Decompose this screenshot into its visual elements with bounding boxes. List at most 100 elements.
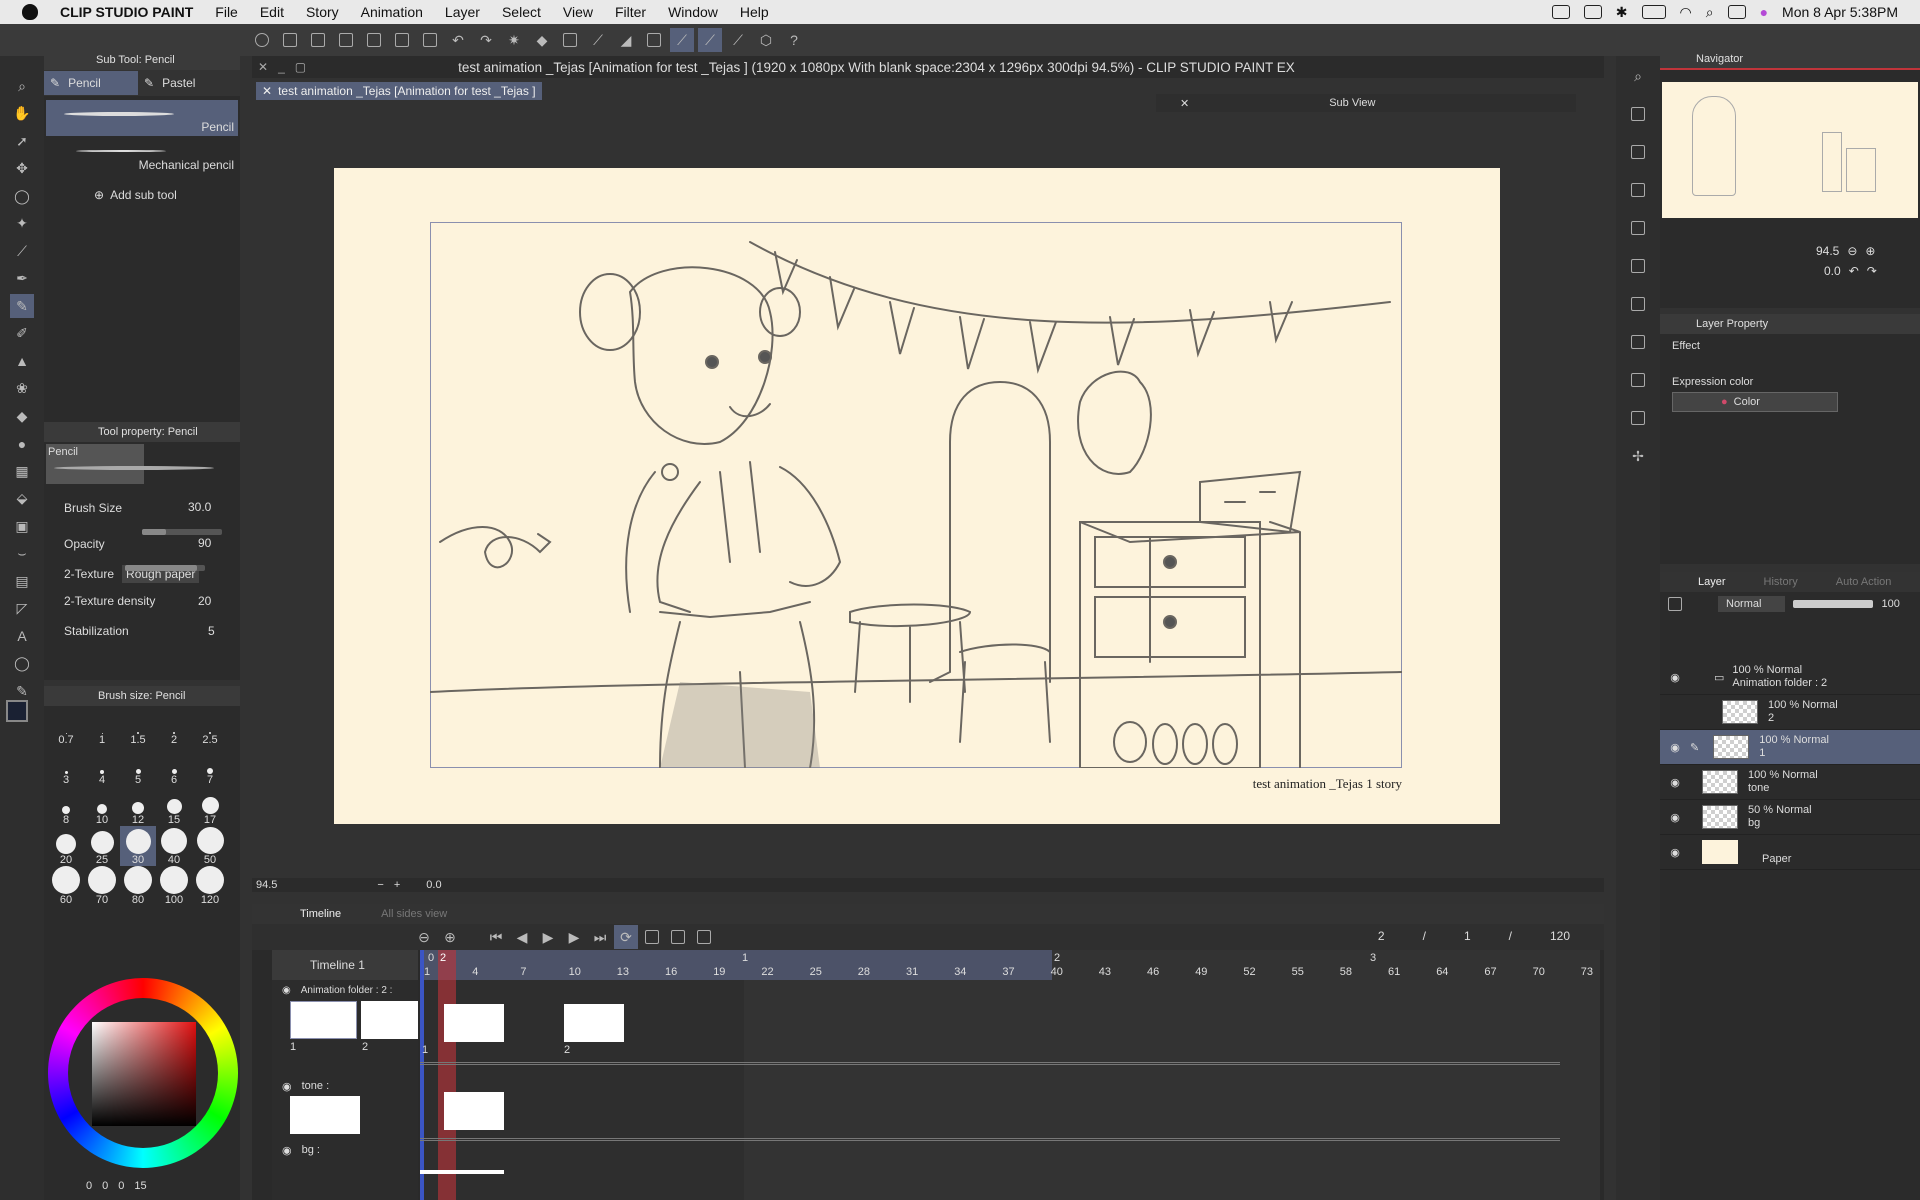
loop-icon[interactable]: ⟳ <box>614 925 638 949</box>
hand-tool-icon[interactable]: ✋ <box>10 102 34 126</box>
zoom-in-icon[interactable]: + <box>394 879 400 891</box>
keyboard-icon[interactable] <box>1583 5 1602 19</box>
panel-icon-9[interactable] <box>1626 406 1650 430</box>
magic-wand-tool-icon[interactable]: ✦ <box>10 212 34 236</box>
minimize-window-icon[interactable]: _ <box>278 60 285 74</box>
save-icon[interactable] <box>334 28 358 52</box>
layer-color-icon[interactable] <box>1668 597 1682 611</box>
menu-select[interactable]: Select <box>502 4 541 20</box>
navigator-zoom-in-icon[interactable]: ⊕ <box>1865 244 1875 258</box>
clip-studio-icon[interactable] <box>250 28 274 52</box>
texture-density-row[interactable]: 2-Texture density 20 <box>64 586 232 616</box>
brush-size-cell[interactable]: 120 <box>192 866 228 906</box>
panel-icon-8[interactable] <box>1626 368 1650 392</box>
timeline-tab[interactable]: Timeline <box>300 908 341 920</box>
gradient-tool-icon[interactable]: ▣ <box>10 514 34 538</box>
frame-tool-icon[interactable]: ▦ <box>10 459 34 483</box>
subtool-tab-pastel[interactable]: ✎ Pastel <box>138 71 232 95</box>
layer-opacity-slider[interactable] <box>1793 600 1874 608</box>
bg-cel[interactable] <box>420 1170 504 1174</box>
expression-color-select[interactable]: ● Color <box>1672 392 1838 412</box>
brush-size-cell[interactable]: 17 <box>192 786 228 826</box>
end-frame[interactable]: 120 <box>1550 929 1570 943</box>
opacity-row[interactable]: Opacity 90 <box>64 526 232 571</box>
brush-size-cell[interactable]: 2 <box>156 706 192 746</box>
panel-icon-1[interactable] <box>1626 102 1650 126</box>
play-icon[interactable]: ▶ <box>536 925 560 949</box>
brush-size-cell[interactable]: 4 <box>84 746 120 786</box>
cel-2[interactable] <box>564 1004 624 1042</box>
opacity-slider[interactable] <box>124 565 205 571</box>
battery-icon[interactable] <box>1641 5 1666 19</box>
lasso-tool-icon[interactable]: ◯ <box>10 184 34 208</box>
learn-icon[interactable]: ⬡ <box>754 28 778 52</box>
snap-special-icon[interactable]: ◢ <box>614 28 638 52</box>
panel-icon-10[interactable]: ✢ <box>1626 444 1650 468</box>
brush-size-cell[interactable]: 6 <box>156 746 192 786</box>
panel-icon-2[interactable] <box>1626 140 1650 164</box>
brush-size-cell[interactable]: 5 <box>120 746 156 786</box>
track-bg[interactable]: ◉ bg : <box>272 1136 418 1164</box>
menu-story[interactable]: Story <box>306 4 339 20</box>
export-psd-icon[interactable] <box>418 28 442 52</box>
brush-size-cell[interactable]: 70 <box>84 866 120 906</box>
color-value-v[interactable]: 0 <box>118 1180 124 1192</box>
current-frame[interactable]: 2 <box>1378 929 1385 943</box>
brush-size-cell[interactable]: 2.5 <box>192 706 228 746</box>
timeline-frames[interactable]: 0 2 1 2 3 1 4 7 10 13 16 19 22 25 28 31 34 37 40 43 46 4… <box>420 950 1600 1200</box>
main-color-swatch[interactable] <box>6 700 28 722</box>
brush-size-cell[interactable]: 10 <box>84 786 120 826</box>
brush-size-cell[interactable]: 12 <box>120 786 156 826</box>
brush-size-cell[interactable]: 20 <box>48 826 84 866</box>
layer-row-tone[interactable]: ◉ 100 % Normal tone <box>1660 765 1920 800</box>
post-correction-icon[interactable]: ⟋ <box>698 28 722 52</box>
search-material-icon[interactable]: ⌕ <box>1626 64 1650 88</box>
stabilization-row[interactable]: Stabilization 5 <box>64 616 232 646</box>
menu-view[interactable]: View <box>563 4 593 20</box>
transform-icon[interactable] <box>558 28 582 52</box>
zoom-out-icon[interactable]: − <box>377 879 383 891</box>
layer-row-2[interactable]: 100 % Normal 2 <box>1660 695 1920 730</box>
figure-tool-icon[interactable]: ⌣ <box>10 542 34 566</box>
zoom-tool-icon[interactable]: ⌕ <box>10 74 34 98</box>
navigator-zoom-out-icon[interactable]: ⊖ <box>1847 244 1857 258</box>
onion-skin-icon[interactable] <box>692 925 716 949</box>
auto-action-tab[interactable]: Auto Action <box>1836 576 1892 588</box>
eye-icon[interactable]: ◉ <box>282 1144 292 1157</box>
opacity-value[interactable]: 90 <box>198 536 211 550</box>
line-correction-icon[interactable]: ⟋ <box>726 28 750 52</box>
subtool-tab-pencil[interactable]: ✎ Pencil <box>44 71 138 95</box>
clear-icon[interactable]: ✷ <box>502 28 526 52</box>
brush-size-row[interactable]: Brush Size 30.0 <box>64 490 232 535</box>
menu-help[interactable]: Help <box>740 4 769 20</box>
close-subview-icon[interactable]: ✕ <box>1180 97 1189 110</box>
texture-density-value[interactable]: 20 <box>198 594 211 608</box>
eye-icon[interactable]: ◉ <box>1660 741 1690 754</box>
start-marker[interactable] <box>420 950 424 1200</box>
history-tab[interactable]: History <box>1764 576 1798 588</box>
add-subtool-button[interactable]: ⊕ Add sub tool <box>94 188 240 202</box>
navigator-angle-value[interactable]: 0.0 <box>1824 264 1841 278</box>
saturation-value-square[interactable] <box>92 1022 196 1126</box>
rotate-right-icon[interactable]: ↷ <box>1867 264 1877 278</box>
maximize-window-icon[interactable]: ▢ <box>295 60 306 74</box>
brush-size-cell[interactable]: 7 <box>192 746 228 786</box>
layer-row-1-selected[interactable]: ◉ ✎ 100 % Normal 1 <box>1660 730 1920 765</box>
canvas-zoom-value[interactable]: 94.5 <box>256 879 277 891</box>
document-tab[interactable]: ✕ test animation _Tejas [Animation for te… <box>256 82 542 100</box>
panel-icon-3[interactable] <box>1626 178 1650 202</box>
menu-layer[interactable]: Layer <box>445 4 480 20</box>
brush-size-cell[interactable]: 1.5 <box>120 706 156 746</box>
start-frame[interactable]: 1 <box>1464 929 1471 943</box>
ruler-tool-icon[interactable]: ◸ <box>10 597 34 621</box>
prev-frame-icon[interactable]: ◀ <box>510 925 534 949</box>
pen-tool-icon[interactable]: ✒ <box>10 267 34 291</box>
brush-size-value[interactable]: 30.0 <box>188 500 211 514</box>
panel-icon-5[interactable] <box>1626 254 1650 278</box>
help-icon[interactable]: ? <box>782 28 806 52</box>
first-frame-icon[interactable]: ⏮ <box>484 925 508 949</box>
track-tone[interactable]: ◉ tone : <box>272 1076 418 1096</box>
brush-tool-icon[interactable]: ✐ <box>10 322 34 346</box>
subtool-item-pencil[interactable]: Pencil <box>46 100 238 136</box>
subtool-item-mechanical-pencil[interactable]: Mechanical pencil <box>46 138 238 174</box>
